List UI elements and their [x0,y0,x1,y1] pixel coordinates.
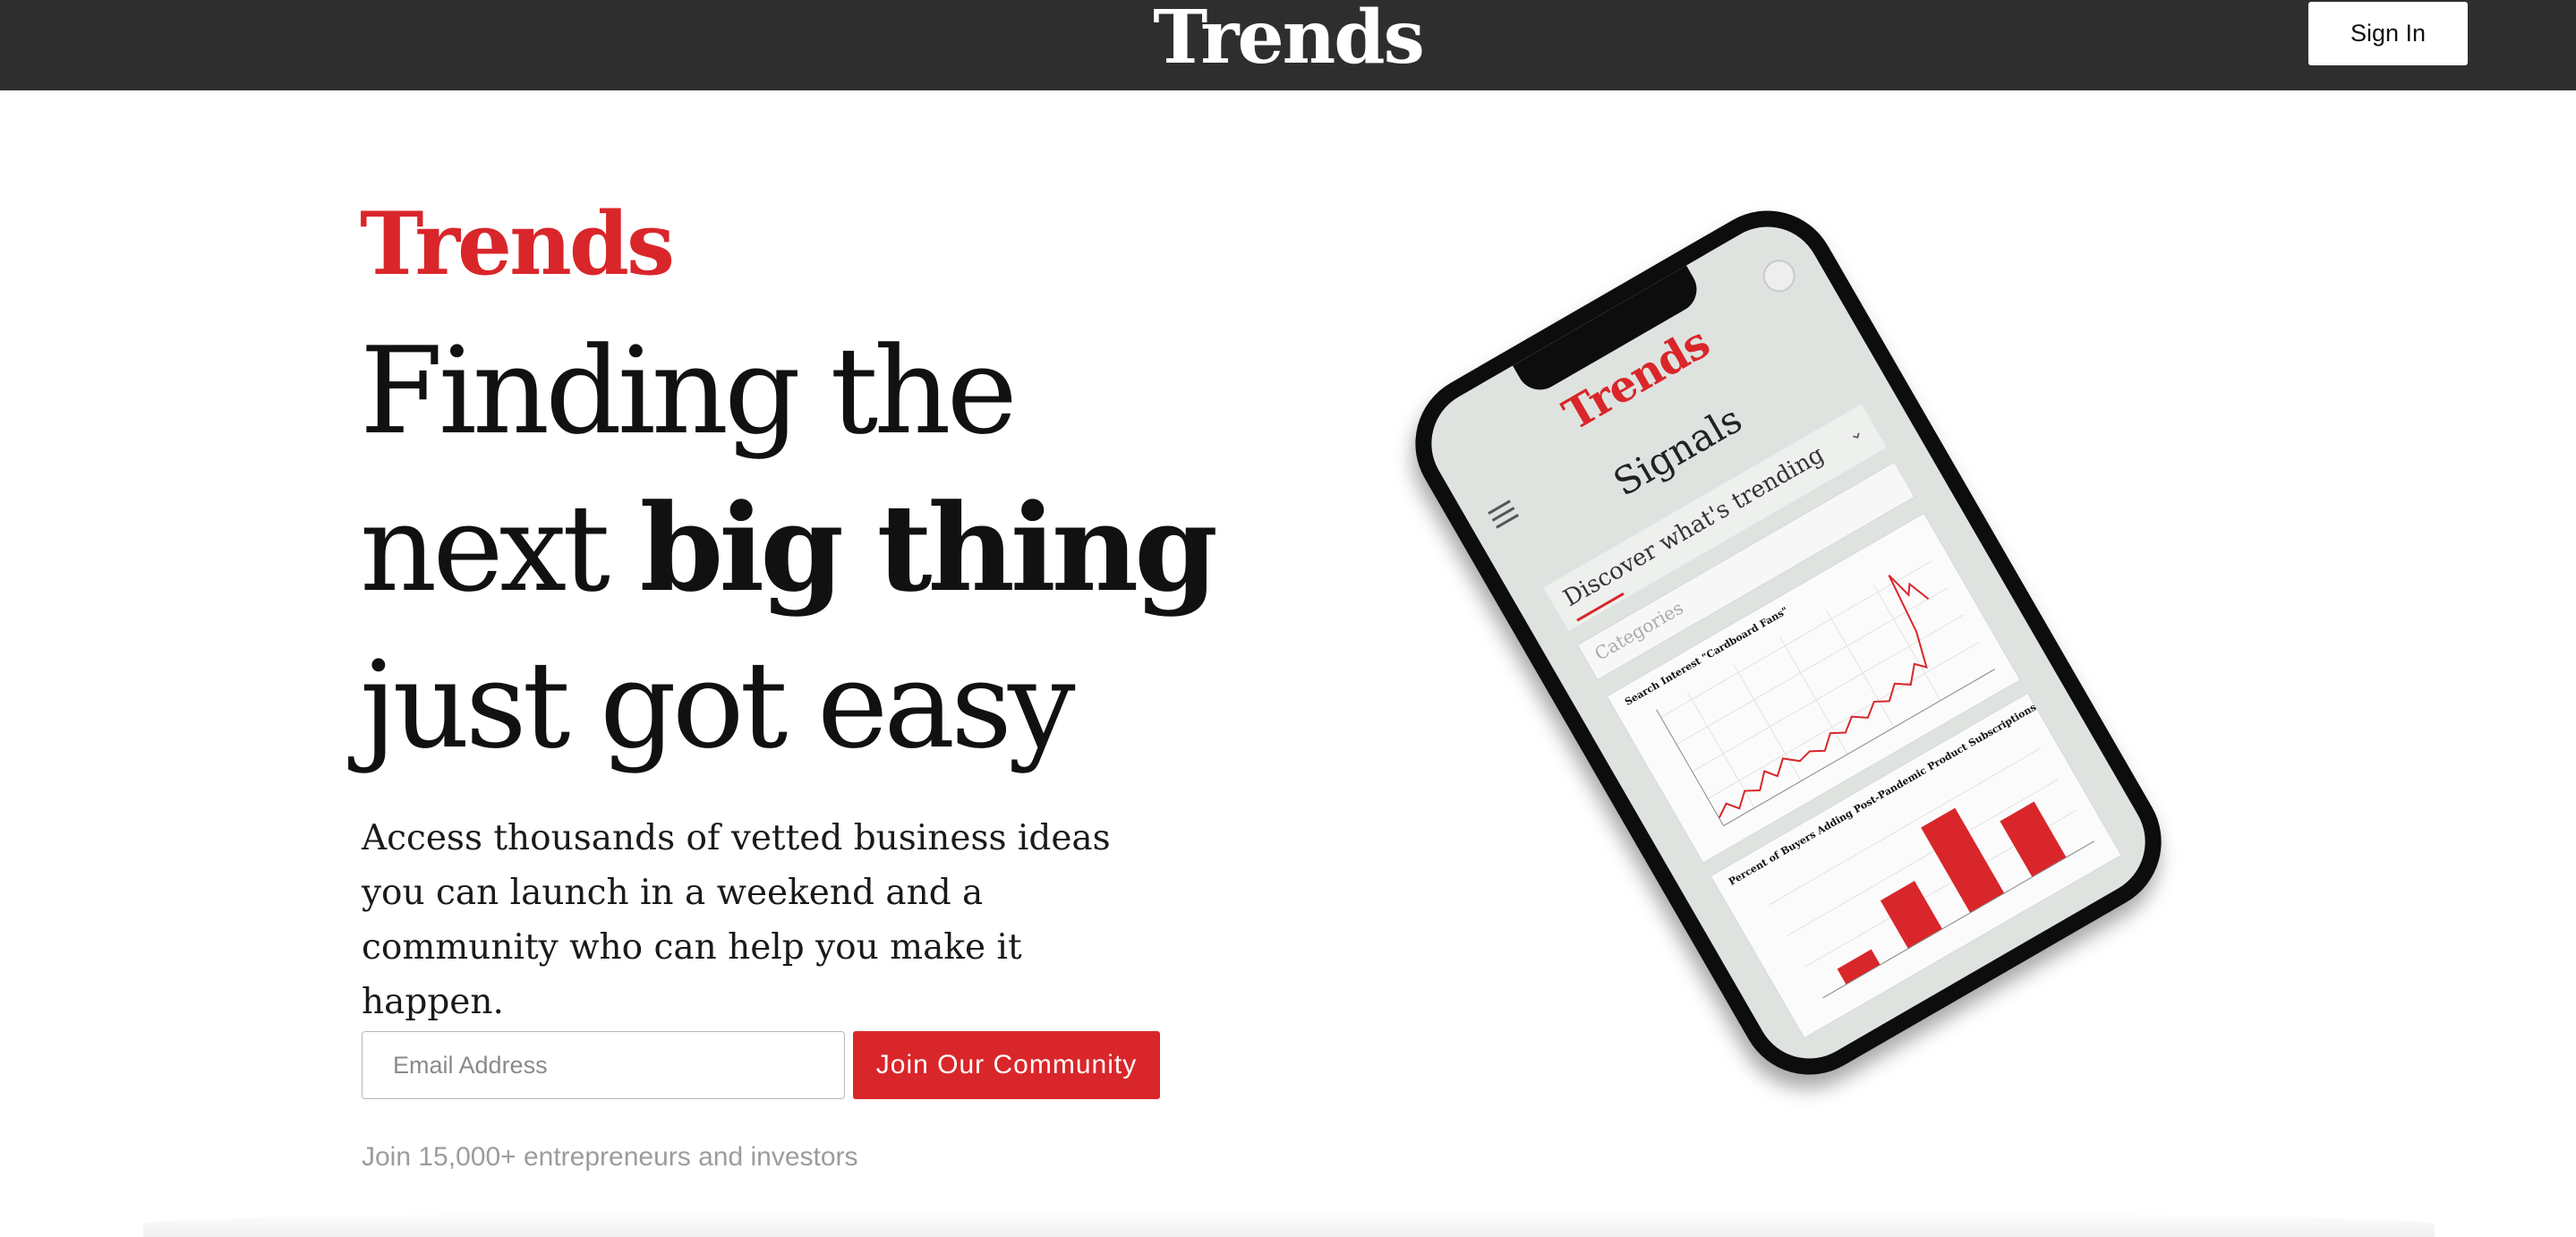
hero-brand-logo: Trends [360,193,675,294]
community-size-note: Join 15,000+ entrepreneurs and investors [362,1142,858,1172]
bar-1 [1837,949,1881,985]
join-community-button[interactable]: Join Our Community [853,1031,1160,1099]
site-logo[interactable]: Trends [0,0,2576,91]
hero-description: Access thousands of vetted business idea… [362,818,1111,1022]
phone-screen: Trends Signals Discover what's trending … [1412,207,2165,1079]
phone-mockup: Trends Signals Discover what's trending … [1389,184,2188,1101]
bar-4 [2000,801,2067,877]
phone-frame: Trends Signals Discover what's trending … [1389,184,2188,1101]
chevron-down-icon: ⌄ [1843,419,1867,447]
headline-line-2-bold: big thing [639,477,1218,618]
headline-line-3: just got easy [360,636,1076,775]
bar-3 [1921,807,2005,913]
hero-headline: Finding the next big thing just got easy [360,313,1219,784]
headline-line-2-prefix: next [360,479,640,618]
bar-2 [1880,881,1942,949]
headline-line-1: Finding the [360,321,1018,461]
email-input[interactable] [362,1031,845,1099]
top-navigation-bar: Trends Sign In [0,0,2576,90]
sign-in-button[interactable]: Sign In [2308,2,2468,65]
